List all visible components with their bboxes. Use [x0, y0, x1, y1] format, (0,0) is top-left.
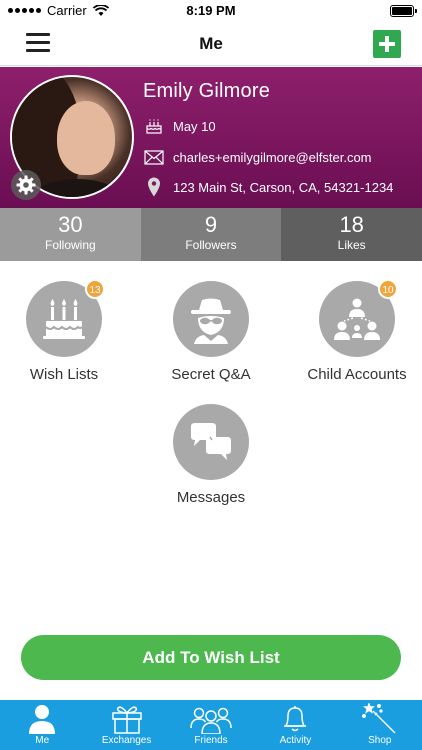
avatar-face	[57, 101, 115, 175]
status-bar: Carrier 8:19 PM	[0, 0, 422, 22]
wish-lists-tile[interactable]: 13 Wish Lists	[0, 279, 134, 383]
child-accounts-badge: 10	[378, 279, 398, 299]
following-count: 30	[58, 212, 83, 237]
profile-header: Emily Gilmore May 10 charles+emilygilmor…	[0, 67, 422, 208]
profile-name: Emily Gilmore	[143, 80, 271, 102]
bell-icon	[284, 706, 307, 732]
child-accounts-label: Child Accounts	[307, 366, 407, 383]
friends-icon	[190, 707, 232, 734]
gift-icon	[111, 706, 142, 734]
following-label: Following	[44, 238, 96, 252]
tab-friends-label: Friends	[194, 735, 228, 746]
hamburger-icon-line	[26, 49, 50, 52]
profile-settings-button[interactable]	[11, 170, 41, 200]
location-pin-icon	[143, 177, 165, 197]
tab-shop-label: Shop	[368, 735, 392, 746]
birthday-row: May 10	[143, 117, 216, 135]
email-row: charles+emilygilmore@elfster.com	[143, 148, 372, 166]
tab-me-label: Me	[35, 735, 50, 746]
gear-icon	[16, 175, 36, 195]
family-tree-icon	[334, 298, 380, 340]
child-accounts-tile[interactable]: 10 Child Accounts	[287, 279, 422, 383]
hamburger-icon-line	[26, 33, 50, 36]
tab-shop[interactable]: Shop	[338, 700, 422, 750]
cake-icon	[43, 299, 85, 339]
secret-qa-tile[interactable]: Secret Q&A	[141, 281, 281, 383]
secret-qa-label: Secret Q&A	[171, 366, 251, 383]
clock: 8:19 PM	[186, 3, 236, 18]
followers-label: Followers	[185, 238, 237, 252]
tab-me[interactable]: Me	[0, 700, 84, 750]
wish-lists-badge: 13	[85, 279, 105, 299]
likes-label: Likes	[337, 238, 366, 252]
profile-stats: 30 Following 9 Followers 18 Likes	[0, 208, 422, 261]
tab-friends[interactable]: Friends	[169, 700, 253, 750]
wish-lists-circle: 13	[26, 279, 105, 357]
messages-tile[interactable]: Messages	[141, 404, 281, 506]
person-icon	[29, 705, 56, 734]
likes-count: 18	[339, 212, 364, 237]
spy-icon	[191, 298, 231, 344]
tab-exchanges[interactable]: Exchanges	[84, 700, 168, 750]
add-button[interactable]	[373, 30, 401, 58]
add-to-wish-list-button[interactable]: Add To Wish List	[21, 635, 401, 680]
magic-wand-icon	[361, 703, 396, 734]
chat-bubbles-icon	[191, 423, 231, 460]
followers-stat[interactable]: 9 Followers	[140, 208, 282, 261]
navigation-bar: Me	[0, 22, 422, 66]
likes-stat[interactable]: 18 Likes	[281, 208, 422, 261]
messages-circle	[173, 404, 249, 480]
tab-bar: Me Exchanges Friends Activity Shop	[0, 700, 422, 750]
page-title: Me	[199, 34, 223, 53]
battery-icon	[390, 5, 417, 17]
address-row: 123 Main St, Carson, CA, 54321-1234	[143, 177, 394, 197]
following-stat[interactable]: 30 Following	[0, 208, 141, 261]
tab-activity-label: Activity	[279, 735, 312, 746]
wish-lists-label: Wish Lists	[29, 366, 99, 383]
email-text: charles+emilygilmore@elfster.com	[173, 149, 372, 165]
tab-activity[interactable]: Activity	[253, 700, 337, 750]
tab-exchanges-label: Exchanges	[101, 735, 152, 746]
secret-qa-circle	[173, 281, 249, 357]
birthday-cake-icon	[143, 117, 165, 135]
child-accounts-circle: 10	[319, 279, 398, 357]
envelope-icon	[143, 148, 165, 166]
birthday-text: May 10	[173, 118, 216, 134]
hamburger-icon-line	[26, 41, 50, 44]
address-text: 123 Main St, Carson, CA, 54321-1234	[173, 179, 394, 195]
messages-label: Messages	[176, 489, 246, 506]
menu-button[interactable]	[26, 33, 50, 53]
followers-count: 9	[204, 212, 218, 237]
